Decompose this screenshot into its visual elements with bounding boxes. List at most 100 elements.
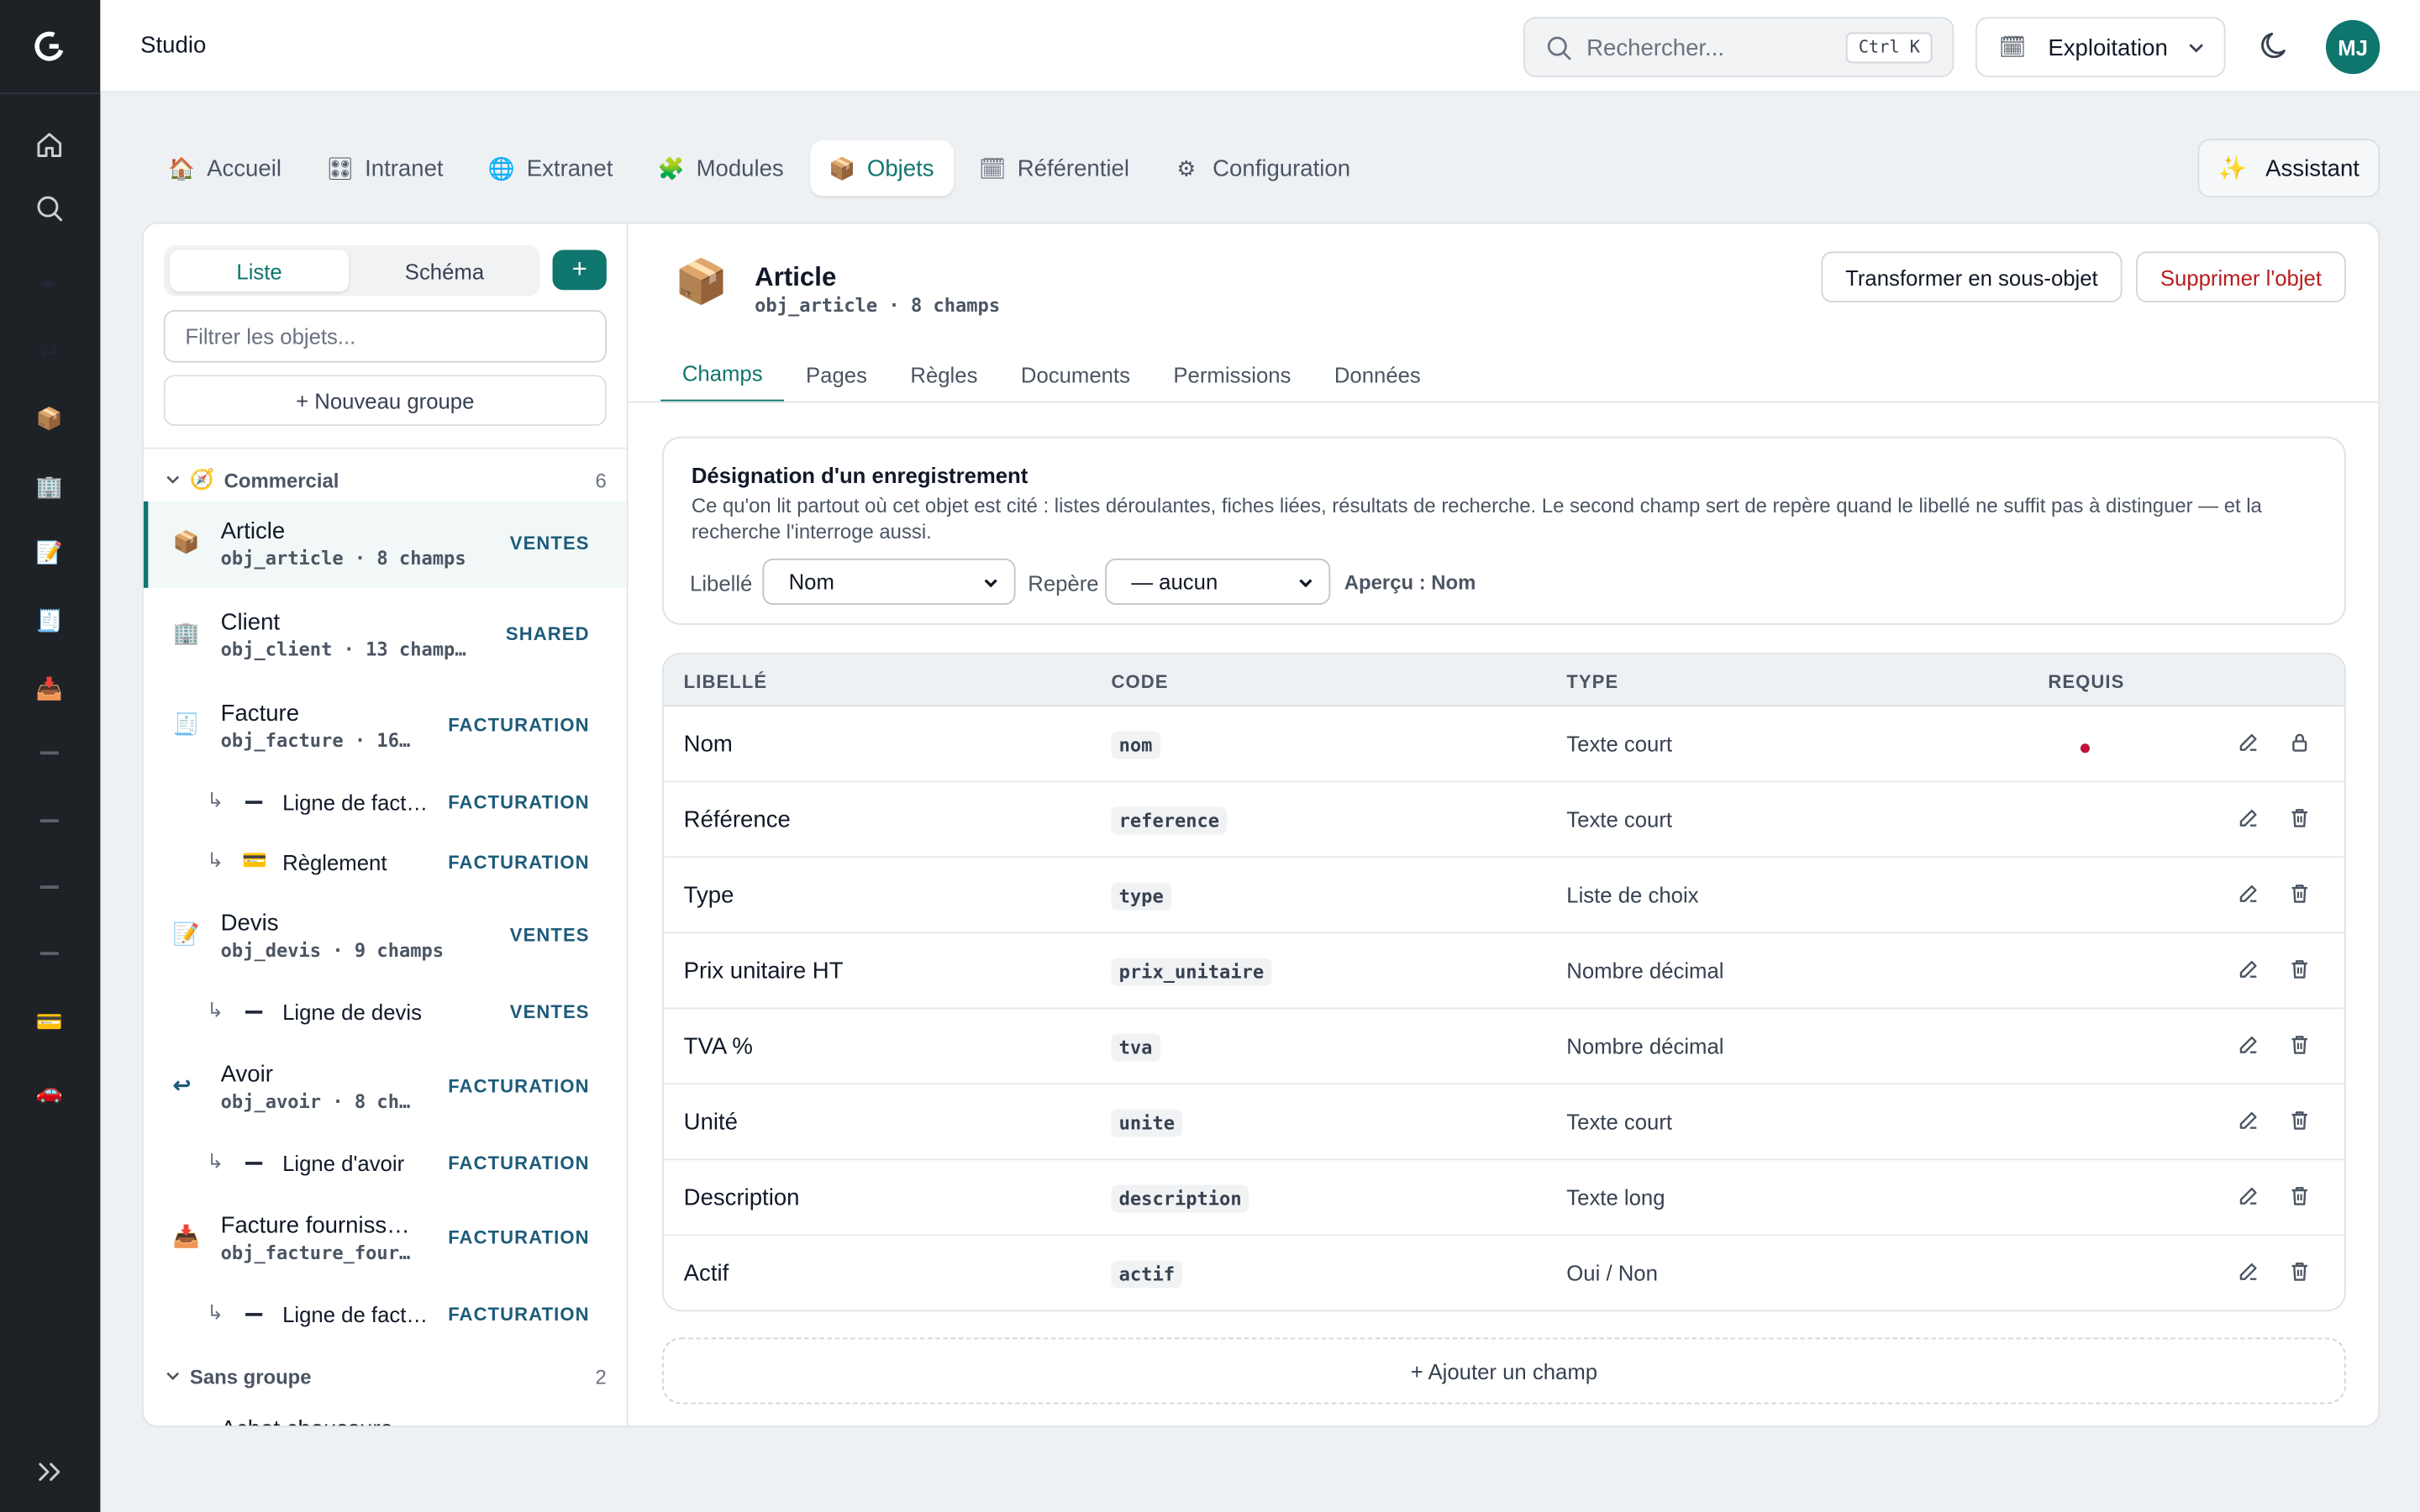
global-search[interactable]: Rechercher... Ctrl K xyxy=(1523,17,1954,77)
tab-label: Référentiel xyxy=(1017,155,1129,181)
dash-icon xyxy=(245,1011,263,1014)
home-icon[interactable] xyxy=(33,128,66,161)
list-item-devis[interactable]: 📝 Devis obj_devis · 9 champs VENTES xyxy=(144,893,627,979)
group-commercial[interactable]: 🧭 Commercial 6 xyxy=(166,465,607,496)
tab-extranet[interactable]: 🌐 Extranet xyxy=(470,140,633,196)
edit-icon[interactable] xyxy=(2238,1034,2260,1063)
objects-panel: Liste Schéma + Filtrer les objets... + N… xyxy=(141,222,2381,1427)
table-row[interactable]: Nom nom Texte court xyxy=(663,706,2344,783)
table-row[interactable]: Actif actif Oui / Non xyxy=(664,1236,2344,1310)
list-item-ligne-facture[interactable]: ↳ Ligne de fact… FACTURATION xyxy=(144,776,627,828)
avatar[interactable]: MJ xyxy=(2325,19,2381,75)
memo-icon[interactable]: 📝 xyxy=(33,535,66,569)
field-code: type xyxy=(1111,882,1171,911)
trash-icon[interactable] xyxy=(2289,883,2311,912)
pen-icon[interactable]: ✒ xyxy=(33,267,66,301)
table-row[interactable]: Type type Liste de choix xyxy=(663,858,2344,934)
list-item-article[interactable]: 📦 Article obj_article · 8 champs VENTES xyxy=(143,501,627,588)
table-row[interactable]: TVA % tva Nombre décimal xyxy=(663,1009,2344,1085)
subtab-permissions[interactable]: Permissions xyxy=(1152,347,1313,402)
house-icon: 🏠 xyxy=(168,155,196,181)
subtab-pages[interactable]: Pages xyxy=(784,347,888,402)
list-item-client[interactable]: 🏢 Client obj_client · 13 champ… SHARED xyxy=(144,592,627,679)
convert-subobject-button[interactable]: Transformer en sous-objet xyxy=(1821,251,2123,302)
control-knobs-icon: 🎛 xyxy=(326,155,354,181)
tab-referentiel[interactable]: 🗓 Référentiel xyxy=(960,140,1150,196)
building-icon[interactable]: 🏢 xyxy=(33,469,66,502)
edit-icon[interactable] xyxy=(2238,1261,2260,1290)
tab-objets[interactable]: 📦 Objets xyxy=(809,140,955,197)
trash-icon[interactable] xyxy=(2289,1261,2311,1290)
add-field-button[interactable]: + Ajouter un champ xyxy=(661,1337,2346,1404)
designation-card: Désignation d'un enregistrement Ce qu'on… xyxy=(661,436,2346,625)
table-row[interactable]: Prix unitaire HT prix_unitaire Nombre déci… xyxy=(663,933,2344,1010)
header-type: TYPE xyxy=(1566,670,1619,693)
subtab-donnees[interactable]: Données xyxy=(1313,347,1442,402)
car-icon[interactable]: 🚗 xyxy=(33,1074,66,1107)
search-icon[interactable] xyxy=(33,192,66,225)
lock-icon[interactable] xyxy=(2289,732,2311,761)
libelle-select[interactable]: Nom xyxy=(762,558,1016,605)
trash-icon[interactable] xyxy=(2289,958,2311,988)
item-badge: FACTURATION xyxy=(448,791,590,813)
tab-modules[interactable]: 🧩 Modules xyxy=(639,140,804,196)
subtab-documents[interactable]: Documents xyxy=(999,347,1151,402)
tab-intranet[interactable]: 🎛 Intranet xyxy=(308,140,463,196)
list-item-avoir[interactable]: ↩ Avoir obj_avoir · 8 ch… FACTURATION xyxy=(144,1044,627,1131)
receipt-icon[interactable]: 🧾 xyxy=(33,603,66,637)
table-row[interactable]: Unité unite Texte court xyxy=(663,1084,2344,1161)
add-object-button[interactable]: + xyxy=(552,249,607,291)
return-icon[interactable]: ↩ xyxy=(33,335,66,369)
group-sans-groupe[interactable]: Sans groupe 2 xyxy=(166,1361,607,1392)
trash-icon[interactable] xyxy=(2289,1110,2311,1139)
new-group-button[interactable]: + Nouveau groupe xyxy=(163,375,607,426)
trash-icon[interactable] xyxy=(2289,1185,2311,1215)
inbox-icon[interactable]: 📥 xyxy=(33,671,66,705)
package-icon: 📦 xyxy=(172,528,200,554)
trash-icon[interactable] xyxy=(2289,1034,2311,1063)
environment-label: Exploitation xyxy=(2048,35,2168,62)
list-item-ligne-avoir[interactable]: ↳ Ligne d'avoir FACTURATION xyxy=(144,1137,627,1189)
environment-select[interactable]: 🗓 Exploitation xyxy=(1975,17,2226,77)
view-schema-button[interactable]: Schéma xyxy=(355,250,534,292)
item-badge: FACTURATION xyxy=(448,714,590,737)
calendar-icon: 🗓 xyxy=(1998,34,2027,59)
subtab-regles[interactable]: Règles xyxy=(889,347,999,402)
edit-icon[interactable] xyxy=(2238,958,2260,988)
repere-select[interactable]: — aucun xyxy=(1105,558,1331,605)
table-row[interactable]: Référence reference Texte court xyxy=(663,782,2344,858)
expand-icon[interactable] xyxy=(34,1457,65,1488)
list-item-facture-fournisseur[interactable]: 📥 Facture fourniss… obj_facture_four… FA… xyxy=(144,1195,627,1282)
edit-icon[interactable] xyxy=(2238,807,2260,837)
list-item-facture[interactable]: 🧾 Facture obj_facture · 16… FACTURATION xyxy=(144,684,627,770)
list-item-ligne-devis[interactable]: ↳ Ligne de devis VENTES xyxy=(144,986,627,1038)
dash-icon xyxy=(245,1162,263,1165)
building-icon: 🏢 xyxy=(172,620,200,645)
app-logo-icon[interactable] xyxy=(33,29,66,63)
delete-object-button[interactable]: Supprimer l'objet xyxy=(2136,251,2346,302)
subtab-champs[interactable]: Champs xyxy=(660,347,785,403)
tab-accueil[interactable]: 🏠 Accueil xyxy=(150,140,302,196)
search-icon xyxy=(1547,36,1571,60)
edit-icon[interactable] xyxy=(2238,1185,2260,1215)
field-label: Actif xyxy=(683,1260,729,1287)
tab-configuration[interactable]: ⚙ Configuration xyxy=(1155,140,1370,196)
moon-icon[interactable] xyxy=(2258,29,2291,63)
designation-title: Désignation d'un enregistrement xyxy=(691,463,1028,488)
item-code: obj_avoir · 8 ch… xyxy=(220,1090,411,1113)
edit-icon[interactable] xyxy=(2238,732,2260,761)
edit-icon[interactable] xyxy=(2238,1110,2260,1139)
assistant-label: Assistant xyxy=(2265,155,2360,181)
view-list-button[interactable]: Liste xyxy=(170,249,350,292)
list-item-achat-chaussure[interactable]: Achat chaussure xyxy=(144,1399,627,1425)
filter-input[interactable]: Filtrer les objets... xyxy=(163,310,607,363)
list-item-reglement[interactable]: ↳ 💳 Règlement FACTURATION xyxy=(144,837,627,889)
list-item-ligne-facture-fournisseur[interactable]: ↳ Ligne de fact… FACTURATION xyxy=(144,1289,627,1341)
package-icon[interactable]: 📦 xyxy=(33,402,66,435)
assistant-button[interactable]: ✨ Assistant xyxy=(2197,139,2381,198)
table-row[interactable]: Description description Texte long xyxy=(663,1160,2344,1236)
card-icon[interactable]: 💳 xyxy=(33,1005,66,1038)
item-name: Ligne de devis xyxy=(282,1000,422,1025)
trash-icon[interactable] xyxy=(2289,807,2311,837)
edit-icon[interactable] xyxy=(2238,883,2260,912)
